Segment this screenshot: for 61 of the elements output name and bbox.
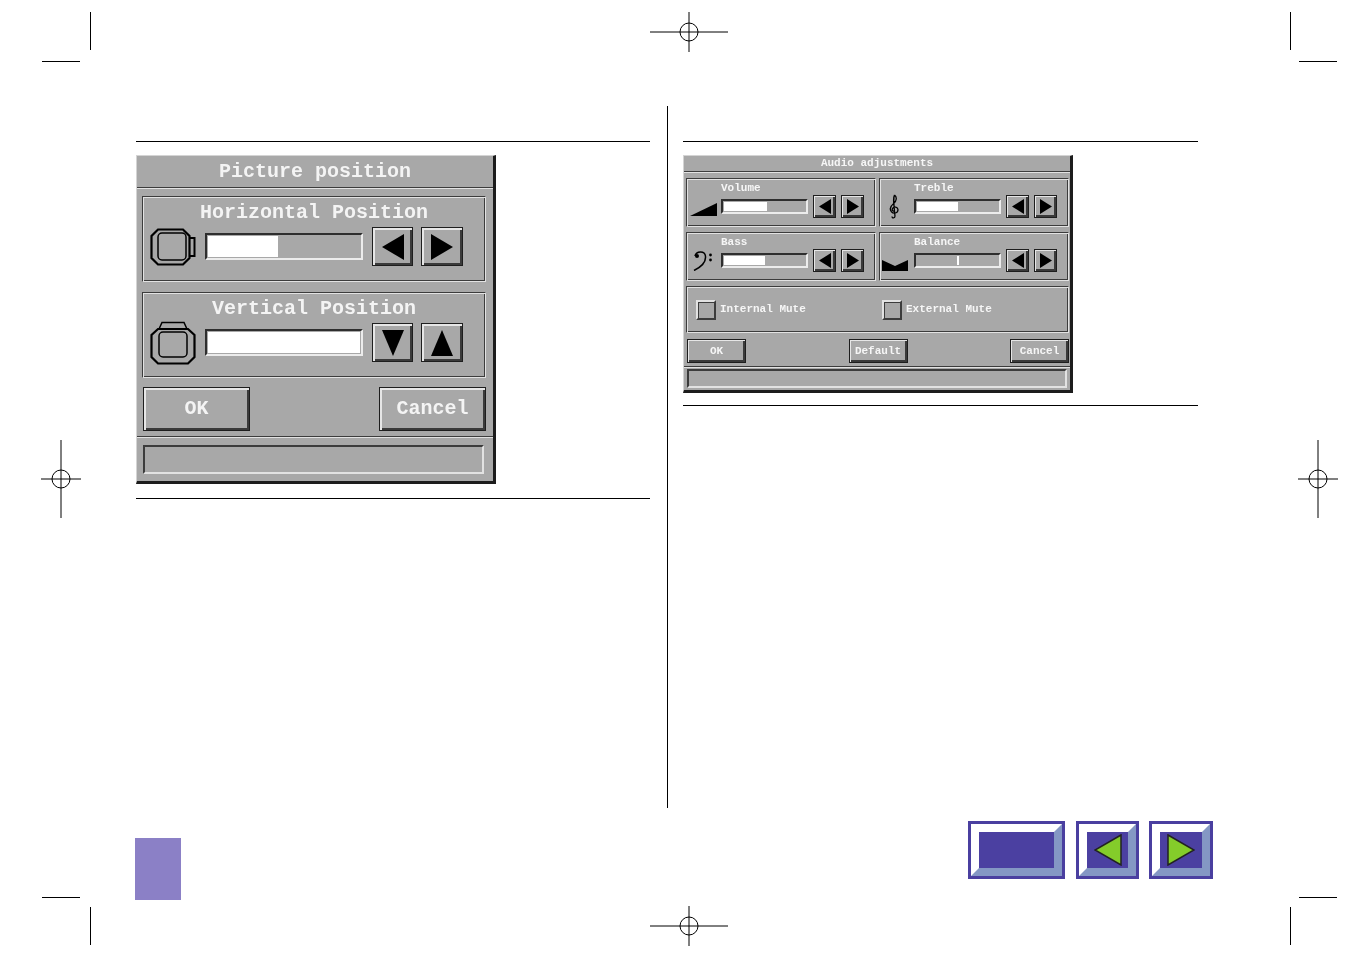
group-label: Bass: [721, 236, 748, 249]
right-arrow-icon: [846, 199, 859, 214]
right-triangle-icon: [1167, 834, 1195, 866]
left-arrow-icon: [818, 199, 831, 214]
checkbox-label: Internal Mute: [720, 303, 806, 316]
checkbox-label: External Mute: [906, 303, 992, 316]
left-arrow-button[interactable]: [1006, 195, 1029, 218]
left-arrow-icon: [1011, 199, 1024, 214]
crosshair-icon: [650, 906, 728, 946]
dialog-button[interactable]: Default: [848, 339, 908, 363]
crosshair-icon: [41, 440, 81, 518]
dialog-title: Audio adjustments: [820, 157, 934, 170]
right-arrow-button[interactable]: [841, 195, 864, 218]
volume-ramp-icon: [689, 203, 717, 216]
right-arrow-button[interactable]: [841, 249, 864, 272]
checkbox[interactable]: [696, 299, 716, 320]
nav-button[interactable]: [968, 821, 1065, 879]
slider-track[interactable]: [205, 233, 363, 260]
left-arrow-button[interactable]: [813, 249, 836, 272]
up-arrow-button[interactable]: [421, 323, 463, 362]
group-label: Treble: [914, 182, 954, 195]
right-arrow-icon: [1039, 253, 1052, 268]
down-arrow-button[interactable]: [372, 323, 413, 362]
right-arrow-button[interactable]: [421, 227, 463, 266]
left-arrow-button[interactable]: [372, 227, 413, 266]
right-arrow-button[interactable]: [1034, 249, 1057, 272]
crosshair-icon: [1298, 440, 1338, 518]
right-arrow-icon: [1039, 199, 1052, 214]
left-arrow-button[interactable]: [813, 195, 836, 218]
crosshair-icon: [650, 12, 728, 52]
slider-track[interactable]: [914, 253, 1001, 268]
slider-track[interactable]: [914, 199, 1001, 214]
left-arrow-button[interactable]: [1006, 249, 1029, 272]
dialog-button[interactable]: OK: [687, 339, 746, 363]
right-arrow-icon: [846, 253, 859, 268]
dialog-title: Picture position: [219, 161, 411, 182]
previous-page-button[interactable]: [1076, 821, 1139, 879]
up-arrow-icon: [431, 329, 453, 356]
group-label: Volume: [721, 182, 761, 195]
group-label: Horizontal Position: [199, 203, 428, 223]
dialog-button[interactable]: Cancel: [1010, 339, 1069, 363]
monitor-icon: [150, 227, 196, 266]
treble-clef-icon: [888, 194, 900, 219]
monitor-icon: [150, 320, 196, 365]
group-label: Vertical Position: [211, 299, 416, 319]
slider-track[interactable]: [721, 199, 808, 214]
left-arrow-icon: [818, 253, 831, 268]
slider-track[interactable]: [721, 253, 808, 268]
down-arrow-icon: [381, 329, 404, 356]
right-arrow-icon: [431, 233, 453, 260]
dialog-button[interactable]: Cancel: [379, 387, 486, 431]
balance-icon: [882, 257, 908, 271]
left-arrow-icon: [1011, 253, 1024, 268]
right-arrow-button[interactable]: [1034, 195, 1057, 218]
left-triangle-icon: [1093, 834, 1122, 866]
group-label: Balance: [914, 236, 961, 249]
bass-clef-icon: [693, 250, 713, 271]
checkbox[interactable]: [882, 299, 902, 320]
dialog-button[interactable]: OK: [143, 387, 250, 431]
next-page-button[interactable]: [1149, 821, 1213, 879]
left-arrow-icon: [381, 233, 404, 260]
